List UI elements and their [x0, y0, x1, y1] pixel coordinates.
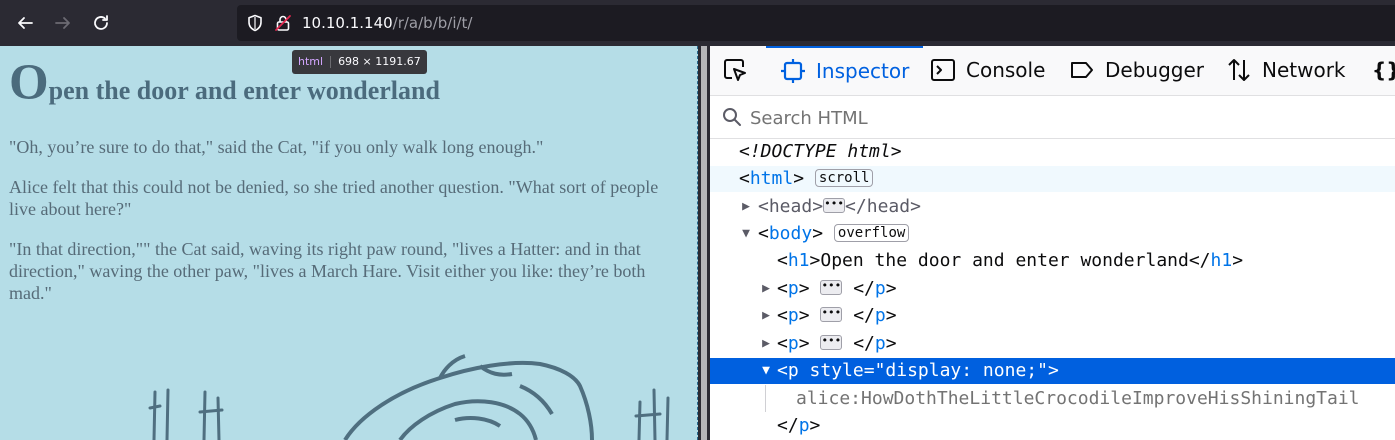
splitter-bar[interactable] — [701, 46, 707, 440]
debugger-icon — [1071, 61, 1093, 78]
paragraph-3: "In that direction,"" the Cat said, wavi… — [9, 239, 646, 303]
devtools-splitter[interactable] — [698, 46, 710, 440]
tab-inspector[interactable]: Inspector — [766, 46, 924, 95]
tooltip-size: 698 × 1191.67 — [338, 55, 421, 68]
head-collapsed-ellipsis[interactable]: ••• — [823, 198, 846, 213]
url-text[interactable]: 10.10.1.140/r/a/b/b/i/t/ — [302, 5, 472, 41]
forward-arrow-icon — [55, 17, 70, 29]
p2-tag-name: p — [787, 305, 799, 326]
network-icon — [1228, 58, 1250, 81]
head-tag-name: head — [768, 196, 813, 217]
hidden-text-node: alice:HowDothTheLittleCrocodileImproveHi… — [796, 388, 1360, 409]
h1-tag-name: h1 — [787, 250, 810, 271]
element-size-tooltip: html 698 × 1191.67 — [292, 50, 427, 74]
tab-style-editor[interactable]: {} — [1372, 46, 1395, 95]
devtools-panel: Inspector Console Debugger Network {} <!… — [710, 46, 1395, 440]
element-picker-button[interactable] — [722, 46, 758, 95]
tracking-protection-shield-icon[interactable] — [246, 14, 264, 32]
search-icon — [723, 108, 741, 126]
heading-text: pen the door and enter wonderland — [48, 76, 440, 105]
tab-network-label: Network — [1262, 58, 1346, 82]
expand-p3-icon[interactable]: ▶ — [760, 331, 772, 357]
p2-collapsed-ellipsis[interactable]: ••• — [820, 307, 843, 322]
doctype-node: <!DOCTYPE html> — [739, 141, 902, 162]
hidden-p-tag-name: p — [787, 360, 799, 381]
cheshire-cat-illustration — [148, 354, 670, 440]
tab-inspector-label: Inspector — [816, 59, 910, 83]
forward-button[interactable] — [48, 8, 78, 38]
paragraph-1: "Oh, you’re sure to do that," said the C… — [9, 137, 544, 157]
h1-text-content: Open the door and enter wonderland — [820, 250, 1189, 271]
tree-row-hidden-p-selected[interactable]: ▼ <p style="display: none;"> — [710, 358, 1395, 384]
overflow-badge[interactable]: overflow — [833, 223, 910, 242]
style-attribute-name[interactable]: style — [810, 360, 864, 381]
hidden-p-close-tag-name: p — [798, 415, 810, 436]
tree-row-p-3[interactable]: ▶ <p> ••• </p> — [710, 331, 1395, 357]
html-tag-name: html — [749, 168, 794, 189]
url-bar[interactable]: 10.10.1.140/r/a/b/b/i/t/ — [237, 5, 1395, 41]
search-html-input[interactable] — [748, 102, 1352, 134]
tab-debugger[interactable]: Debugger — [1069, 46, 1204, 95]
body-tag-name: body — [768, 223, 813, 244]
back-arrow-icon — [18, 17, 33, 29]
tree-row-h1[interactable]: <h1>Open the door and enter wonderland</… — [710, 248, 1395, 274]
html-search-bar — [710, 96, 1395, 139]
tree-row-head[interactable]: ▶ <head>•••</head> — [710, 194, 1395, 220]
p1-collapsed-ellipsis[interactable]: ••• — [820, 280, 843, 295]
tree-row-doctype[interactable]: <!DOCTYPE html> — [710, 139, 1395, 165]
element-picker-icon — [724, 58, 746, 81]
tooltip-separator — [330, 56, 332, 68]
tab-console[interactable]: Console — [930, 46, 1045, 95]
style-editor-braces-icon: {} — [1372, 58, 1395, 82]
collapse-hidden-p-icon[interactable]: ▼ — [760, 358, 772, 384]
heading-initial-letter: O — [9, 55, 49, 111]
h1-close-tag-name: h1 — [1210, 250, 1233, 271]
tree-row-hidden-text[interactable]: alice:HowDothTheLittleCrocodileImproveHi… — [710, 386, 1395, 412]
console-icon — [931, 58, 955, 81]
tooltip-tag: html — [298, 55, 324, 68]
reload-icon — [94, 15, 108, 30]
tab-debugger-label: Debugger — [1105, 58, 1204, 82]
style-attribute-value[interactable]: "display: none;" — [875, 360, 1048, 381]
collapse-body-icon[interactable]: ▼ — [740, 221, 752, 247]
p2-close-tag-name: p — [874, 305, 886, 326]
expand-p1-icon[interactable]: ▶ — [760, 276, 772, 302]
paragraph-2: Alice felt that this could not be denied… — [9, 177, 659, 219]
url-path: /r/a/b/b/i/t/ — [392, 14, 473, 32]
web-page-viewport: Open the door and enter wonderland "Oh, … — [0, 46, 698, 440]
p1-tag-name: p — [787, 278, 799, 299]
tab-network[interactable]: Network — [1226, 46, 1346, 95]
expand-head-icon[interactable]: ▶ — [740, 194, 752, 220]
p3-collapsed-ellipsis[interactable]: ••• — [820, 335, 843, 350]
browser-toolbar: 10.10.1.140/r/a/b/b/i/t/ — [0, 0, 1395, 46]
tree-indent-guide — [765, 385, 766, 412]
back-button[interactable] — [10, 8, 40, 38]
tree-row-p-1[interactable]: ▶ <p> ••• </p> — [710, 276, 1395, 302]
reload-button[interactable] — [86, 8, 116, 38]
p3-close-tag-name: p — [874, 333, 886, 354]
p3-tag-name: p — [787, 333, 799, 354]
devtools-tabbar: Inspector Console Debugger Network {} — [710, 46, 1395, 96]
head-close-tag-name: head — [866, 196, 911, 217]
inspector-icon — [781, 58, 805, 83]
insecure-lock-icon[interactable] — [274, 14, 292, 32]
scroll-badge[interactable]: scroll — [814, 168, 874, 187]
markup-tree: <!DOCTYPE html> <html> scroll ▶ <head>••… — [710, 139, 1395, 440]
tree-row-html[interactable]: <html> scroll — [710, 166, 1395, 192]
tree-row-p-2[interactable]: ▶ <p> ••• </p> — [710, 303, 1395, 329]
tree-row-body[interactable]: ▼ <body> overflow — [710, 221, 1395, 247]
tree-row-p-close[interactable]: </p> — [710, 413, 1395, 439]
expand-p2-icon[interactable]: ▶ — [760, 303, 772, 329]
tab-console-label: Console — [966, 58, 1046, 82]
url-host: 10.10.1.140 — [302, 14, 393, 32]
p1-close-tag-name: p — [874, 278, 886, 299]
